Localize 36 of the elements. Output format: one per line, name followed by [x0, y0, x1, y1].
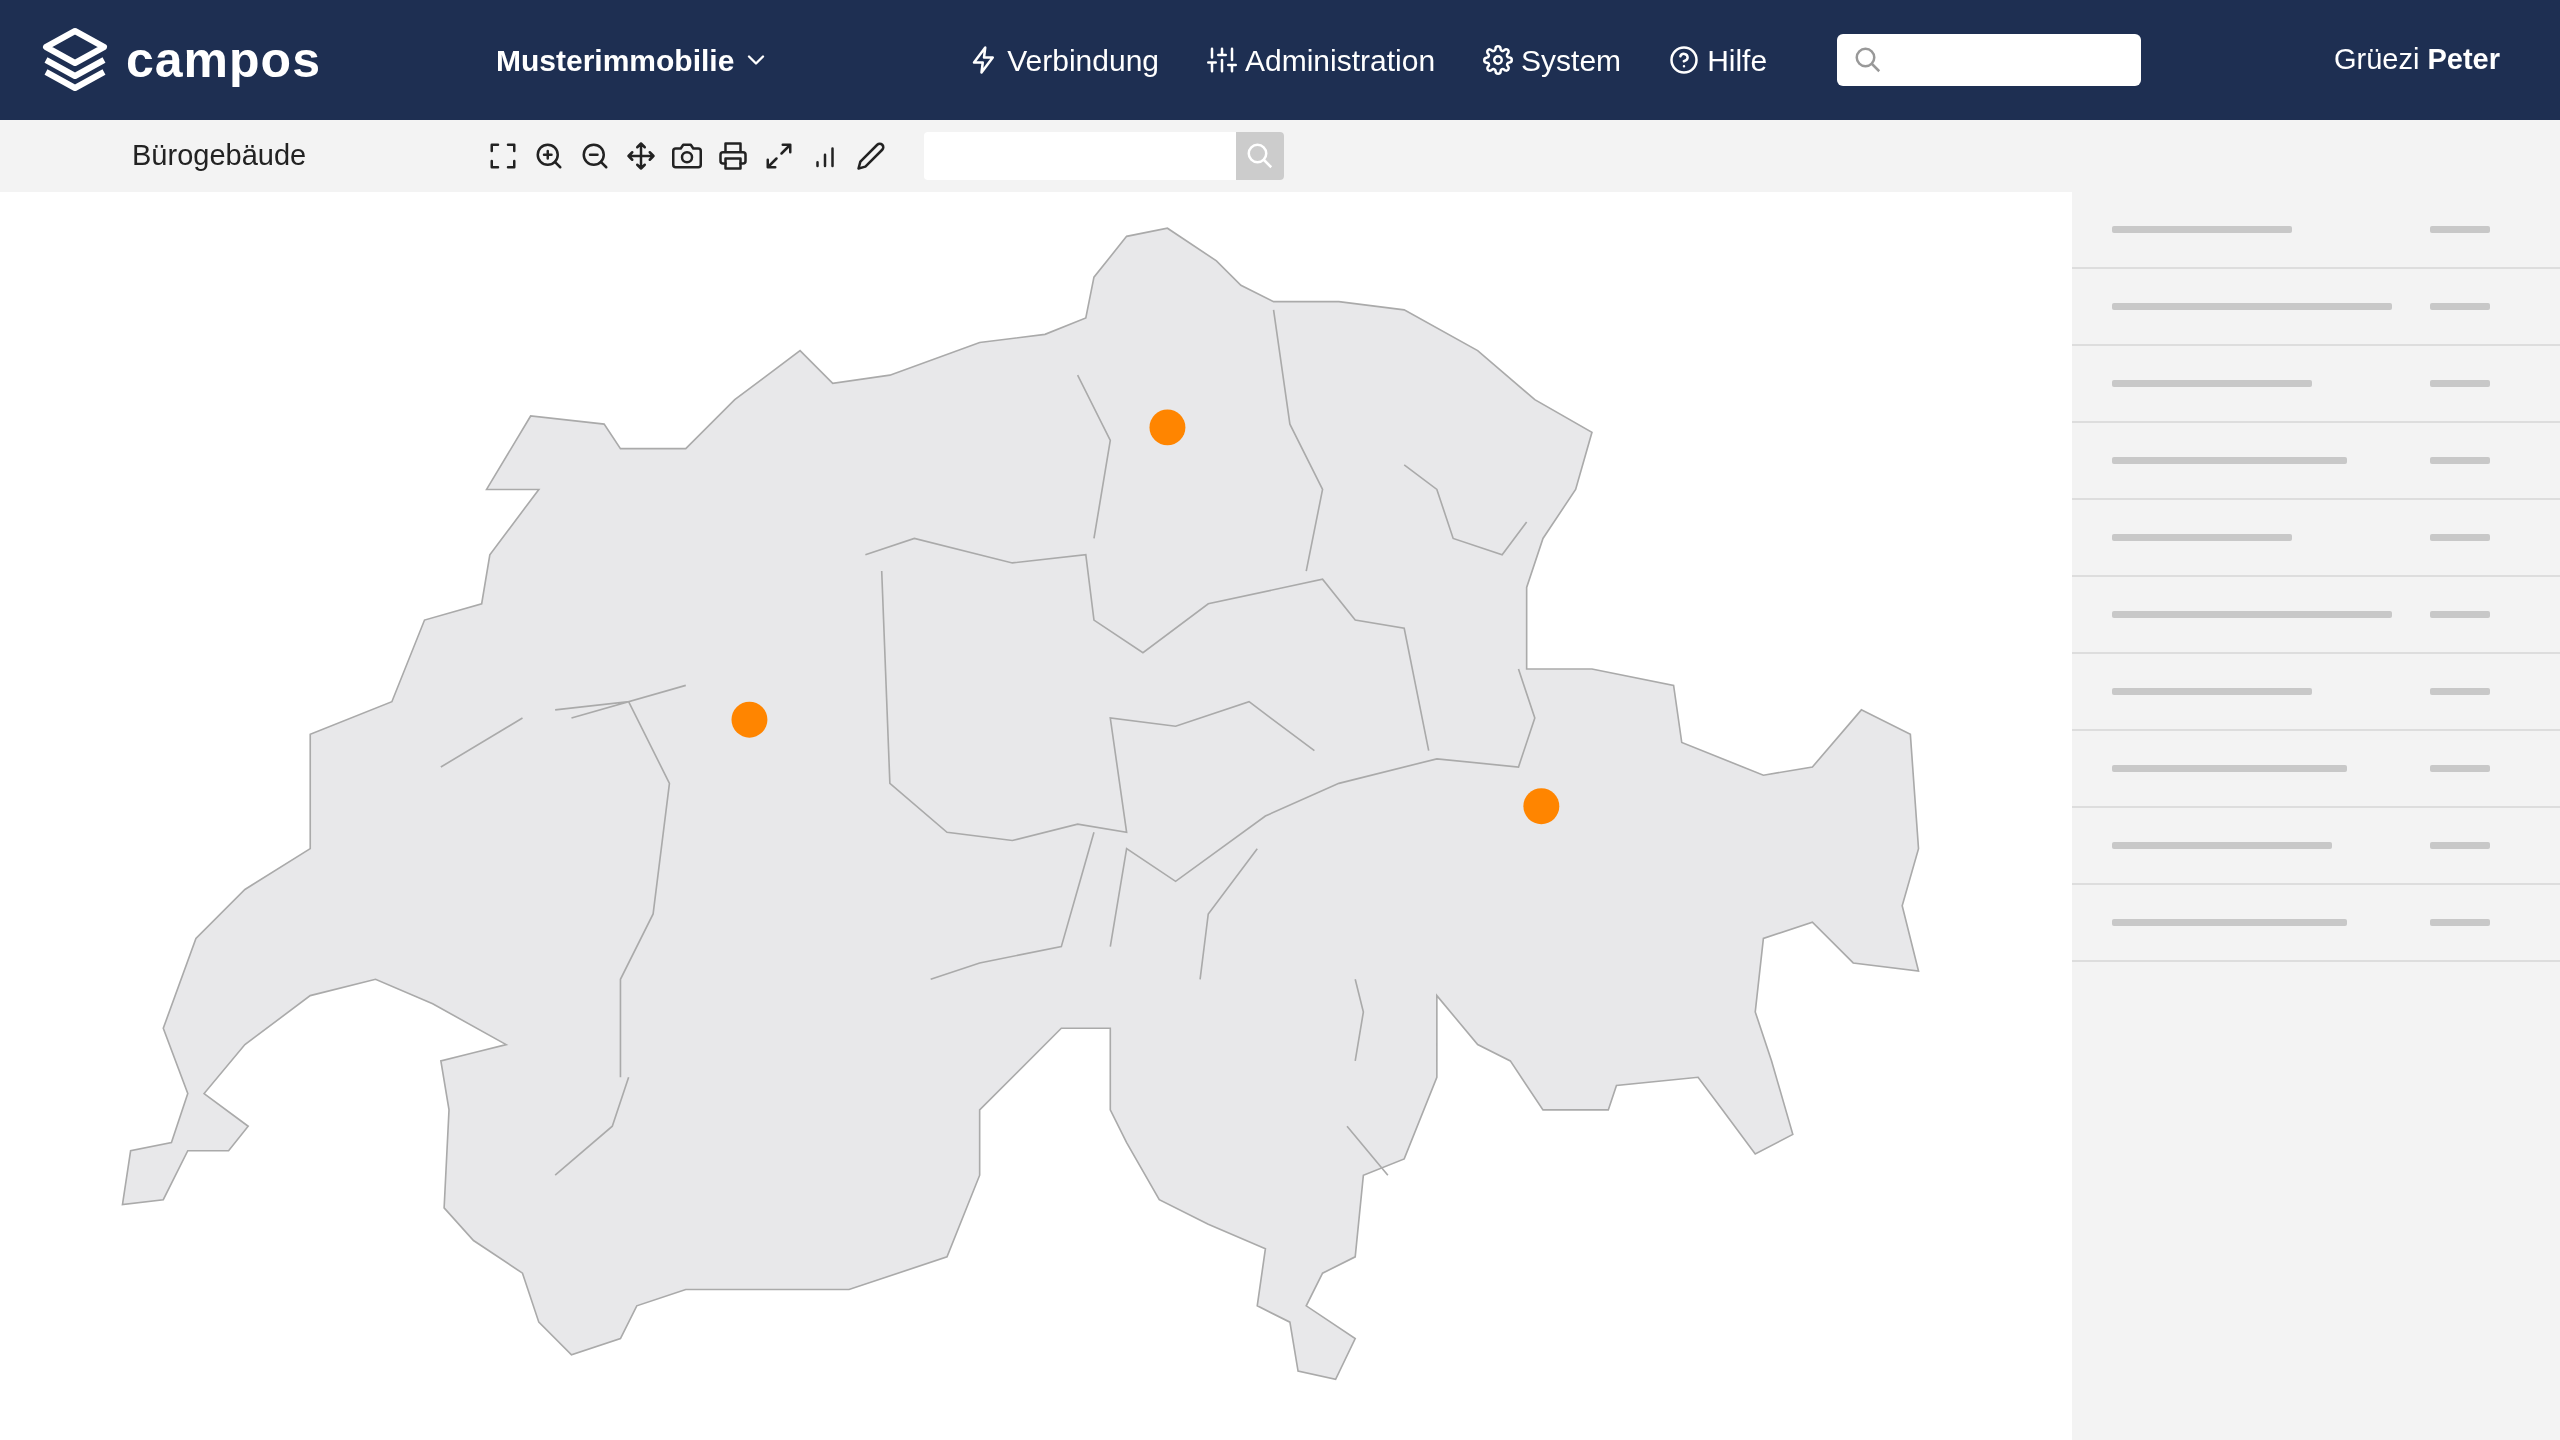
placeholder-line: [2430, 765, 2490, 772]
frame-icon: [488, 141, 518, 171]
search-icon: [1245, 141, 1275, 171]
logo-text: campos: [126, 30, 321, 90]
sliders-icon: [1207, 45, 1237, 75]
search-field[interactable]: [1837, 34, 2142, 86]
logo-icon: [40, 27, 110, 93]
placeholder-line: [2430, 842, 2490, 849]
property-dropdown[interactable]: Musterimmobilie: [490, 36, 777, 84]
greeting-text: Grüezi Peter: [2333, 42, 2500, 78]
nav-link[interactable]: Hilfe: [1669, 37, 1768, 83]
placeholder-line: [2430, 611, 2490, 618]
help-icon: [1669, 45, 1700, 75]
map-marker[interactable]: [1149, 409, 1186, 446]
nav-link[interactable]: Administration: [1207, 37, 1436, 83]
building-title: Bürogebäude: [131, 138, 308, 174]
placeholder-line: [2430, 534, 2490, 541]
placeholder-line: [2430, 380, 2490, 387]
printer-icon: [718, 141, 748, 171]
map-marker[interactable]: [731, 701, 768, 738]
map-marker[interactable]: [1523, 788, 1560, 825]
move-icon: [626, 141, 656, 171]
zoom-out-icon: [580, 141, 610, 171]
gear-icon: [1483, 45, 1514, 75]
expand-icon: [764, 141, 794, 171]
placeholder-line: [2430, 226, 2490, 233]
nav-link[interactable]: System: [1483, 37, 1622, 83]
placeholder-line: [2430, 457, 2490, 464]
nav-link[interactable]: Verbindung: [969, 37, 1159, 83]
map-search-field[interactable]: [924, 132, 1284, 180]
pencil-icon: [856, 141, 886, 171]
placeholder-line: [2430, 688, 2490, 695]
camera-icon: [672, 141, 702, 171]
zoom-in-icon: [534, 141, 564, 171]
placeholder-line: [2430, 303, 2490, 310]
placeholder-line: [2430, 919, 2490, 926]
